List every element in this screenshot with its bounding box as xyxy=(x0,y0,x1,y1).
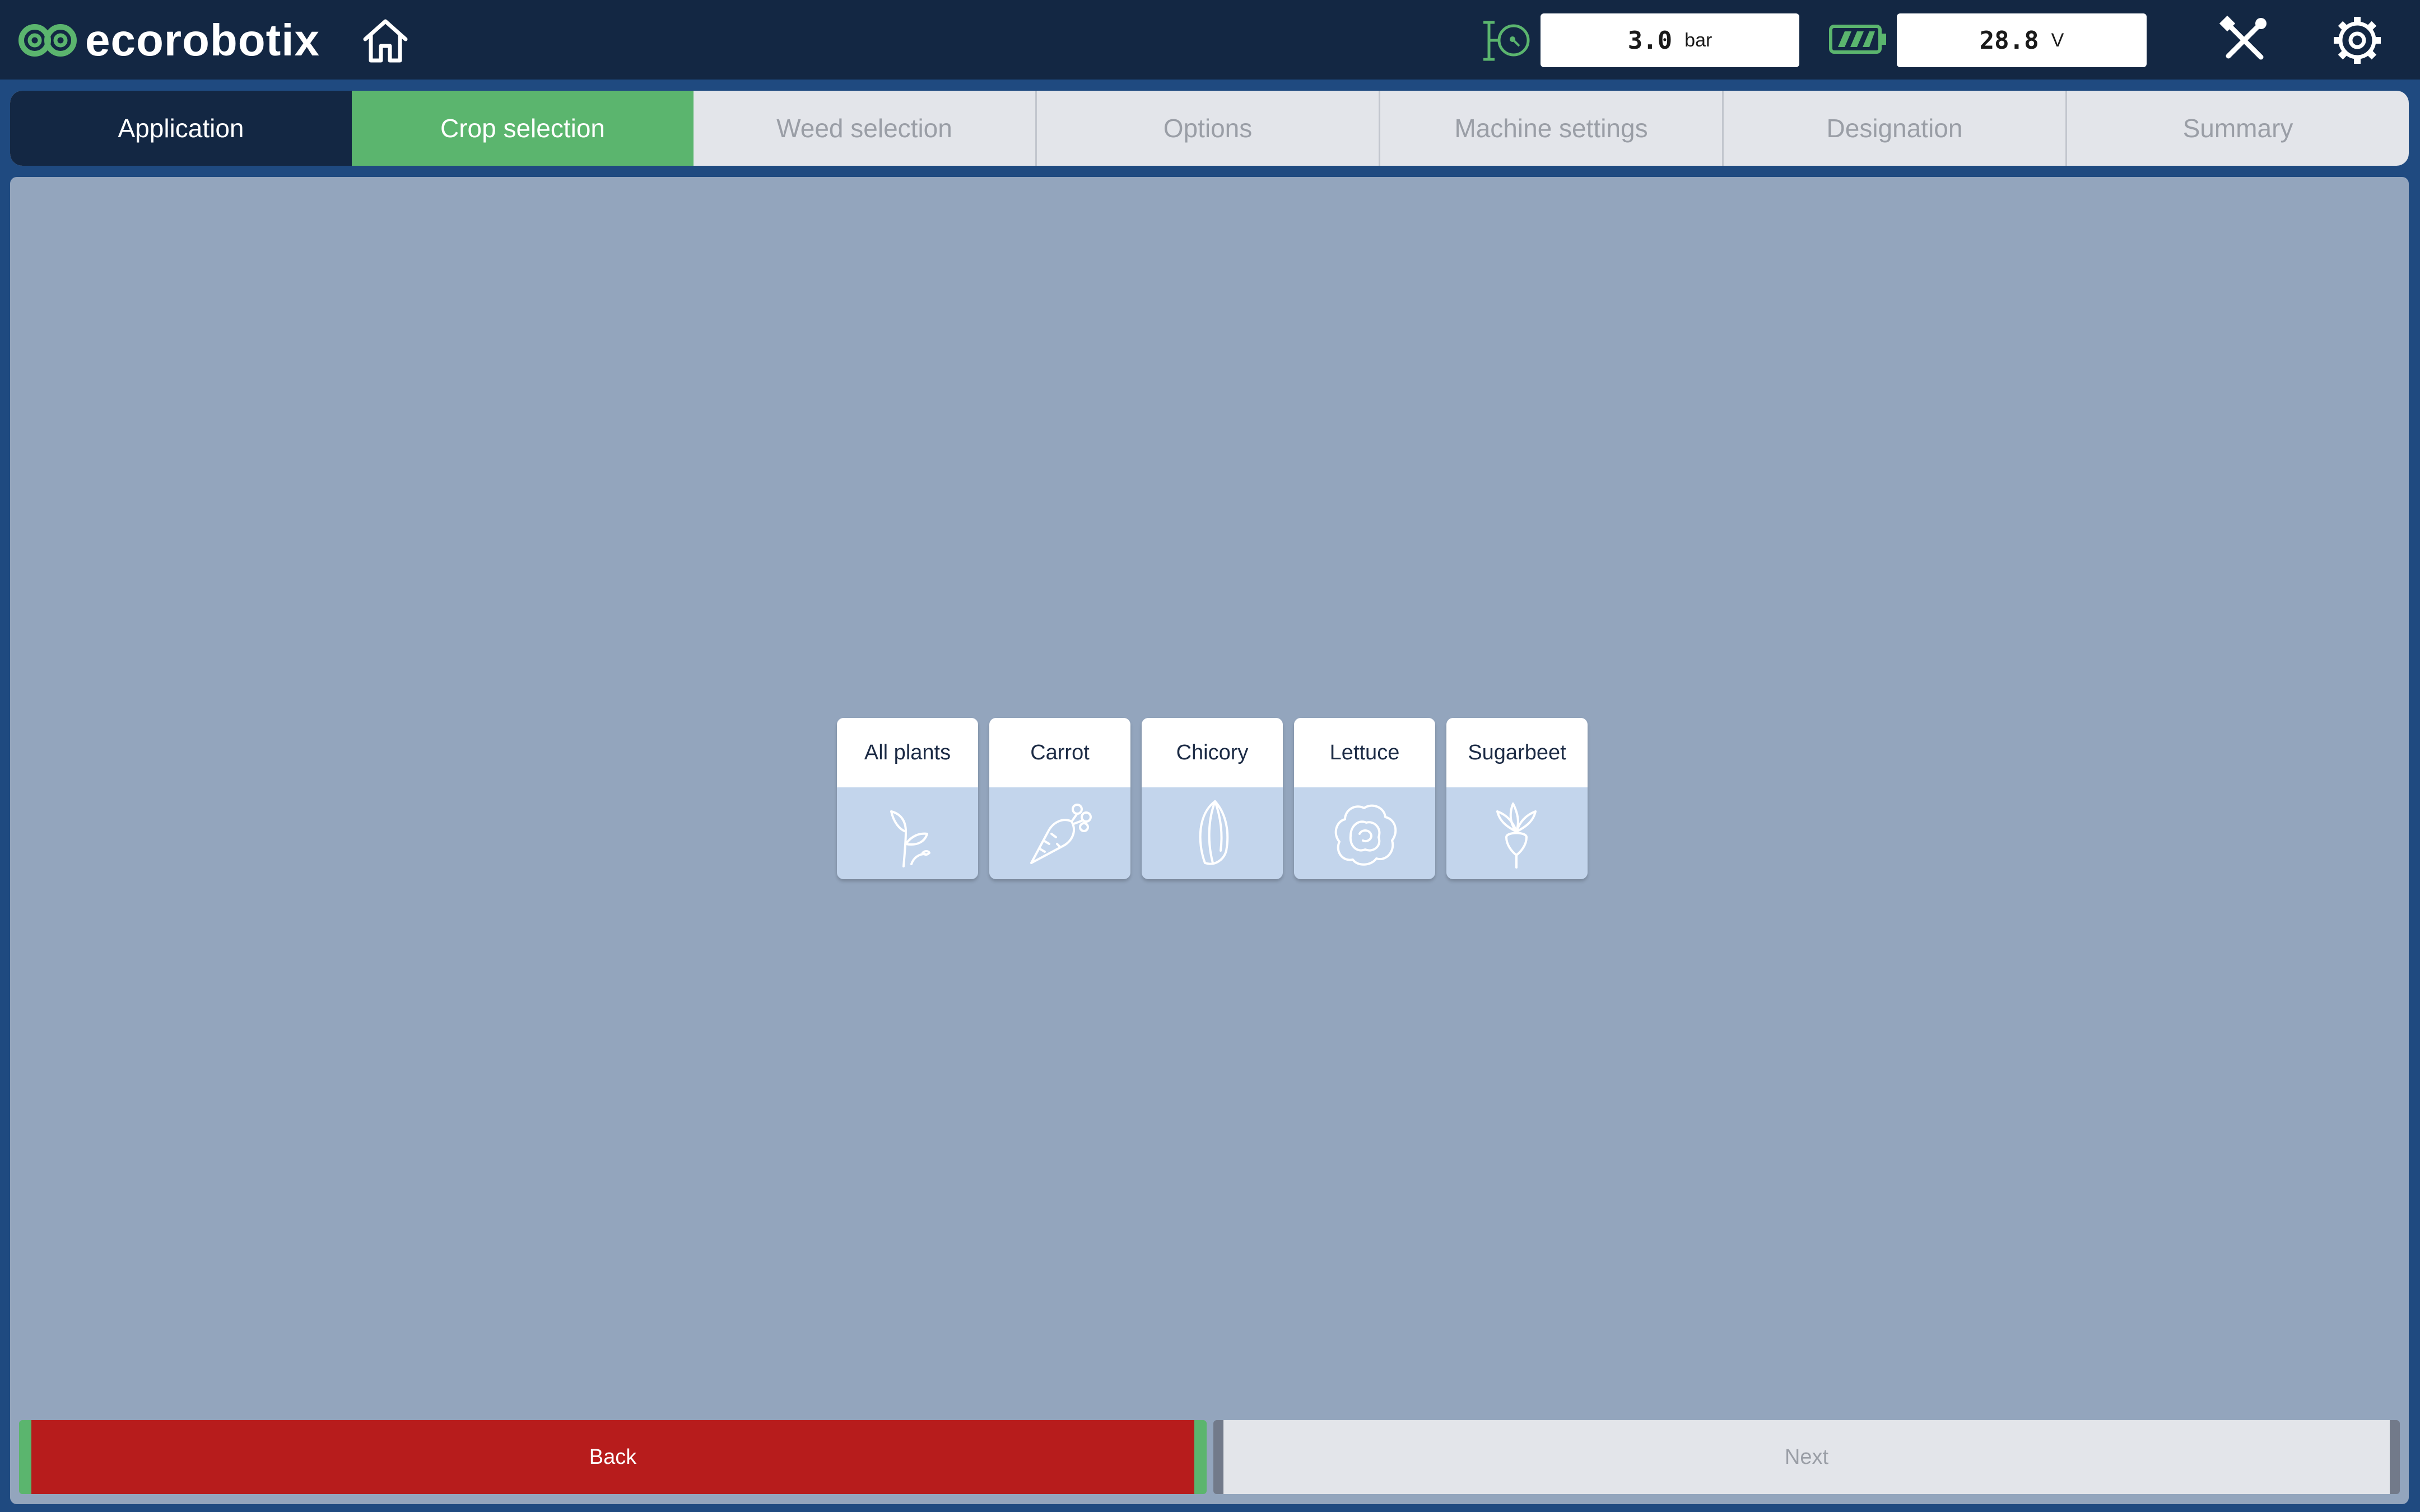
crop-card-sugarbeet[interactable]: Sugarbeet xyxy=(1446,718,1588,879)
next-button[interactable]: Next xyxy=(1213,1420,2400,1494)
crop-card-lettuce[interactable]: Lettuce xyxy=(1294,718,1435,879)
tab-label: Application xyxy=(118,114,244,143)
carrot-icon xyxy=(1030,804,1092,864)
tab-summary[interactable]: Summary xyxy=(2065,91,2409,166)
back-button-label: Back xyxy=(589,1445,637,1469)
next-button-label: Next xyxy=(1784,1445,1829,1469)
wizard-tabs: Application Crop selection Weed selectio… xyxy=(10,91,2409,166)
chicory-icon xyxy=(1199,800,1229,865)
crop-selection-panel: All plants Carrot Chicory Lettuce Sugarb… xyxy=(10,177,2409,1504)
pressure-readout: 3.0 bar xyxy=(1541,13,1799,67)
sugarbeet-icon xyxy=(1496,802,1537,869)
crop-card-label: All plants xyxy=(837,718,978,787)
voltage-unit: V xyxy=(2051,29,2064,51)
crop-card-carrot[interactable]: Carrot xyxy=(989,718,1130,879)
tab-designation[interactable]: Designation xyxy=(1722,91,2065,166)
pressure-gauge-icon xyxy=(1483,21,1530,61)
crop-card-label: Carrot xyxy=(989,718,1130,787)
crop-card-chicory[interactable]: Chicory xyxy=(1142,718,1283,879)
tab-label: Summary xyxy=(2182,114,2293,143)
tab-label: Machine settings xyxy=(1454,114,1648,143)
tab-label: Crop selection xyxy=(440,114,606,143)
tab-label: Designation xyxy=(1826,114,1963,143)
crop-card-label: Lettuce xyxy=(1294,718,1435,787)
lettuce-icon xyxy=(1334,804,1397,866)
home-icon xyxy=(363,19,408,63)
pressure-unit: bar xyxy=(1684,29,1712,51)
crop-card-list: All plants Carrot Chicory Lettuce Sugarb… xyxy=(837,718,1588,879)
top-bar: ecorobotix 3.0 bar 28.8 V xyxy=(0,0,2420,80)
back-button[interactable]: Back xyxy=(19,1420,1207,1494)
seedling-icon xyxy=(890,810,930,867)
tab-options[interactable]: Options xyxy=(1035,91,1379,166)
voltage-value: 28.8 xyxy=(1979,26,2039,55)
home-button[interactable] xyxy=(359,13,412,67)
tab-machine-settings[interactable]: Machine settings xyxy=(1379,91,1722,166)
settings-button[interactable] xyxy=(2330,13,2384,67)
crop-card-label: Chicory xyxy=(1142,718,1283,787)
tools-icon xyxy=(2219,15,2267,60)
tab-label: Weed selection xyxy=(776,114,952,143)
battery-icon xyxy=(1829,25,1886,54)
crop-card-label: Sugarbeet xyxy=(1446,718,1588,787)
logo-text: ecorobotix xyxy=(85,15,320,65)
tools-button[interactable] xyxy=(2218,15,2270,66)
logo-mark-icon xyxy=(18,24,77,57)
gear-icon xyxy=(2334,17,2381,64)
tab-weed-selection[interactable]: Weed selection xyxy=(694,91,1035,166)
crop-card-all-plants[interactable]: All plants xyxy=(837,718,978,879)
tab-label: Options xyxy=(1163,114,1253,143)
ecorobotix-logo: ecorobotix xyxy=(17,12,320,68)
tab-crop-selection[interactable]: Crop selection xyxy=(352,91,694,166)
voltage-readout: 28.8 V xyxy=(1897,13,2147,67)
pressure-value: 3.0 xyxy=(1627,26,1673,55)
tab-application[interactable]: Application xyxy=(10,91,352,166)
